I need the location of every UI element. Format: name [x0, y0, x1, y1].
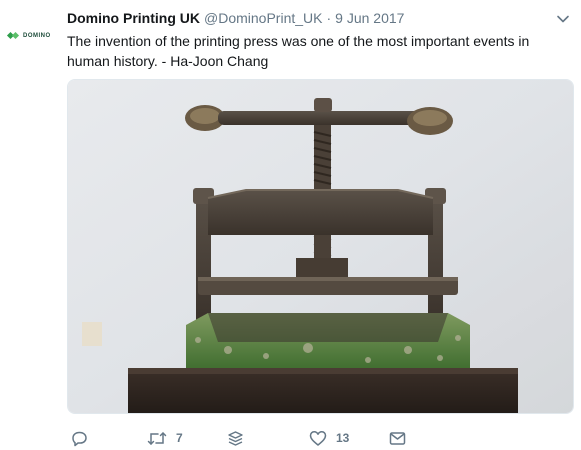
- retweet-icon: [147, 431, 167, 445]
- like-button[interactable]: 13: [309, 428, 349, 448]
- stack-button[interactable]: [227, 428, 244, 448]
- chevron-down-icon[interactable]: [556, 12, 570, 26]
- heart-icon: [309, 430, 327, 446]
- reply-icon: [72, 431, 87, 446]
- account-handle[interactable]: @DominoPrint_UK: [204, 10, 322, 26]
- retweet-button[interactable]: 7: [147, 428, 183, 448]
- account-name[interactable]: Domino Printing UK: [67, 10, 200, 26]
- domino-logo-icon: [6, 31, 20, 41]
- header-separator: ·: [326, 10, 332, 26]
- envelope-icon: [389, 431, 406, 445]
- avatar[interactable]: DOMINO: [6, 22, 58, 50]
- reply-button[interactable]: [71, 428, 97, 448]
- tweet-date[interactable]: 9 Jun 2017: [335, 10, 404, 26]
- retweet-count: 7: [176, 431, 183, 445]
- tweet-card[interactable]: DOMINO Domino Printing UK @DominoPrint_U…: [0, 0, 581, 450]
- direct-message-button[interactable]: [389, 428, 406, 448]
- like-count: 13: [336, 431, 350, 445]
- tweet-header: Domino Printing UK @DominoPrint_UK · 9 J…: [67, 10, 404, 28]
- tweet-photo[interactable]: [67, 79, 574, 414]
- stack-icon: [228, 430, 243, 446]
- tweet-text: The invention of the printing press was …: [67, 33, 530, 69]
- avatar-brand: DOMINO: [23, 33, 51, 39]
- tweet-actions: 7 13: [67, 428, 567, 448]
